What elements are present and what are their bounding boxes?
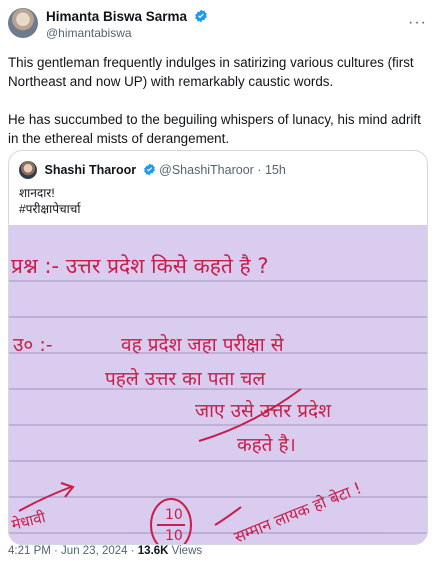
score-bottom: 10 bbox=[165, 528, 183, 544]
answer-sheet-image[interactable]: प्रश्न :- उत्तर प्रदेश किसे कहते है ? उ०… bbox=[9, 225, 427, 544]
more-options-icon[interactable]: ··· bbox=[408, 14, 427, 32]
tweet-paragraph-1: This gentleman frequently indulges in sa… bbox=[8, 55, 414, 89]
quoted-author-name[interactable]: Shashi Tharoor bbox=[44, 163, 136, 177]
score-top: 10 bbox=[165, 507, 183, 523]
hw-answer-line-4: कहते है। bbox=[237, 433, 296, 456]
tweet-header: Himanta Biswa Sarma @himantabiswa ··· bbox=[8, 8, 429, 48]
verified-badge-icon bbox=[194, 9, 207, 23]
hw-answer-line-1: वह प्रदेश जहा परीक्षा से bbox=[121, 333, 285, 356]
tweet-paragraph-2: He has succumbed to the beguiling whispe… bbox=[8, 112, 421, 146]
quoted-text: शानदार! #परीक्षापेचार्चा bbox=[19, 185, 81, 217]
tweet-meta: 4:21 PM · Jun 23, 2024 · 13.6K Views bbox=[8, 545, 202, 557]
quoted-header: Shashi Tharoor @ShashiTharoor · 15h bbox=[19, 161, 286, 181]
quoted-avatar[interactable] bbox=[19, 161, 37, 179]
author-name[interactable]: Himanta Biswa Sarma bbox=[46, 9, 187, 24]
hw-answer-line-3: जाए उसे उत्तर प्रदेश bbox=[195, 399, 332, 422]
avatar[interactable] bbox=[8, 8, 38, 38]
tweet-timestamp[interactable]: 4:21 PM · Jun 23, 2024 · bbox=[8, 545, 138, 557]
quoted-timestamp[interactable]: · 15h bbox=[257, 163, 286, 177]
quoted-hashtag[interactable]: #परीक्षापेचार्चा bbox=[19, 201, 81, 217]
hw-question: प्रश्न :- उत्तर प्रदेश किसे कहते है ? bbox=[11, 254, 268, 278]
answer-sheet-svg: प्रश्न :- उत्तर प्रदेश किसे कहते है ? उ०… bbox=[9, 225, 427, 544]
author-name-row[interactable]: Himanta Biswa Sarma bbox=[46, 9, 208, 24]
quoted-tweet[interactable]: Shashi Tharoor @ShashiTharoor · 15h शानद… bbox=[8, 150, 428, 545]
views-label: Views bbox=[168, 545, 203, 557]
view-count: 13.6K bbox=[137, 545, 169, 557]
hw-answer-line-2: पहले उत्तर का पता चल bbox=[105, 367, 266, 390]
author-handle[interactable]: @himantabiswa bbox=[46, 26, 132, 40]
quoted-author-handle[interactable]: @ShashiTharoor bbox=[159, 163, 254, 177]
quoted-verified-badge-icon bbox=[143, 163, 155, 176]
quoted-line-1: शानदार! bbox=[19, 186, 55, 200]
hw-answer-label: उ० :- bbox=[13, 334, 53, 356]
